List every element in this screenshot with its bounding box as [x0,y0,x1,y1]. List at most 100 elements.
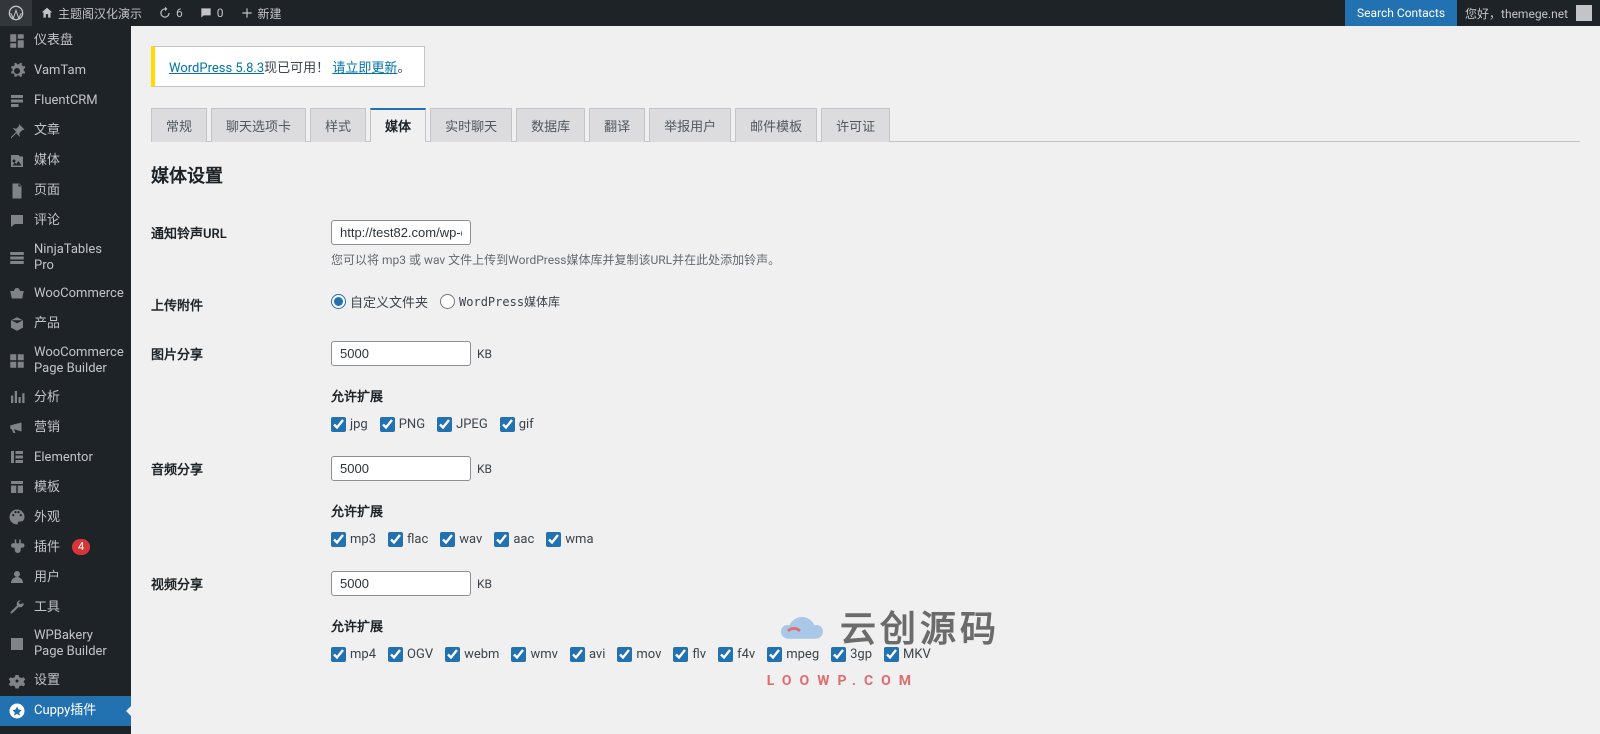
admin-bar: 主题阁汉化演示 6 0 新建 Search Contacts 您好，themeg… [0,0,1600,26]
sidebar-item-8[interactable]: WooCommerce [0,279,131,309]
image-ext-jpeg[interactable]: JPEG [437,417,488,432]
image-ext-png[interactable]: PNG [380,417,425,432]
new-content[interactable]: 新建 [232,0,290,26]
image-ext-jpg[interactable]: jpg [331,417,368,432]
sidebar-item-2[interactable]: FluentCRM [0,86,131,116]
comments-count[interactable]: 0 [191,0,232,26]
sidebar-item-5[interactable]: 页面 [0,176,131,206]
appearance-icon [8,508,26,526]
wp-version-link[interactable]: WordPress 5.8.3 [169,61,264,76]
audio-size-input[interactable] [331,456,471,481]
gear-icon [8,62,26,80]
image-size-input[interactable] [331,341,471,366]
update-now-link[interactable]: 请立即更新 [332,61,397,76]
sidebar-item-10[interactable]: WooCommerce Page Builder [0,339,131,382]
video-ext-mpeg[interactable]: mpeg [767,647,819,662]
sidebar-item-0[interactable]: 仪表盘 [0,26,131,56]
crm-icon [8,92,26,110]
sidebar-item-11[interactable]: 分析 [0,382,131,412]
audio-allow-label: 允许扩展 [331,501,1580,520]
video-ext-3gp[interactable]: 3gp [831,647,872,662]
video-ext-mkv[interactable]: MKV [884,647,931,662]
tab-0[interactable]: 常规 [151,108,207,142]
sidebar-label: 文章 [34,123,60,139]
sidebar-item-3[interactable]: 文章 [0,116,131,146]
sidebar-label: 插件 [34,540,60,556]
tab-7[interactable]: 举报用户 [649,108,731,142]
sidebar-label: 分析 [34,390,60,406]
video-size-input[interactable] [331,571,471,596]
audio-ext-flac[interactable]: flac [388,532,428,547]
sidebar-item-16[interactable]: 插件4 [0,532,131,562]
sidebar-item-6[interactable]: 评论 [0,206,131,236]
media-icon [8,152,26,170]
tab-9[interactable]: 许可证 [821,108,890,142]
sidebar-label: 营销 [34,420,60,436]
sidebar-label: 模板 [34,480,60,496]
tab-1[interactable]: 聊天选项卡 [211,108,306,142]
radio-custom-folder[interactable]: 自定义文件夹 [331,292,428,311]
sidebar-item-15[interactable]: 外观 [0,502,131,532]
notify-url-input[interactable] [331,220,471,245]
video-ext-mp4[interactable]: mp4 [331,647,376,662]
sidebar-item-18[interactable]: 工具 [0,592,131,622]
sidebar-item-14[interactable]: 模板 [0,472,131,502]
radio-wp-media[interactable]: WordPress媒体库 [440,293,560,310]
page-title: 媒体设置 [151,162,1580,188]
tab-2[interactable]: 样式 [310,108,366,142]
video-ext-webm[interactable]: webm [445,647,499,662]
audio-ext-wma[interactable]: wma [546,532,593,547]
sidebar-label: 媒体 [34,153,60,169]
label-video-share: 视频分享 [151,559,331,674]
sidebar-item-17[interactable]: 用户 [0,562,131,592]
video-allow-label: 允许扩展 [331,616,1580,635]
video-ext-f4v[interactable]: f4v [718,647,755,662]
avatar-icon [1576,5,1592,21]
sidebar-label: 仪表盘 [34,33,73,49]
image-ext-gif[interactable]: gif [500,417,534,432]
tab-5[interactable]: 数据库 [516,108,585,142]
sidebar-item-12[interactable]: 营销 [0,412,131,442]
sidebar-item-9[interactable]: 产品 [0,309,131,339]
audio-ext-mp3[interactable]: mp3 [331,532,376,547]
sidebar-item-20[interactable]: 设置 [0,666,131,696]
sidebar-label: 用户 [34,570,60,586]
label-image-share: 图片分享 [151,329,331,444]
label-audio-share: 音频分享 [151,444,331,559]
video-ext-avi[interactable]: avi [570,647,605,662]
updates-count[interactable]: 6 [150,0,191,26]
sidebar-label: 设置 [34,673,60,689]
update-notice: WordPress 5.8.3现已可用！ 请立即更新。 [151,46,425,87]
wp-logo[interactable] [0,0,32,26]
site-name[interactable]: 主题阁汉化演示 [32,0,150,26]
sidebar-item-21[interactable]: Cuppy插件 [0,696,131,726]
user-greeting[interactable]: 您好，themege.net [1457,0,1600,26]
audio-ext-wav[interactable]: wav [440,532,482,547]
sidebar-label: 评论 [34,213,60,229]
audio-ext-aac[interactable]: aac [494,532,534,547]
search-contacts-button[interactable]: Search Contacts [1345,0,1457,26]
elementor-icon [8,448,26,466]
tab-3[interactable]: 媒体 [370,108,426,142]
video-ext-mov[interactable]: mov [617,647,661,662]
sidebar-item-1[interactable]: VamTam [0,56,131,86]
sidebar-label: WooCommerce [34,286,124,302]
settings-icon [8,672,26,690]
tab-6[interactable]: 翻译 [589,108,645,142]
wpbakery-icon [8,635,26,653]
sidebar-item-4[interactable]: 媒体 [0,146,131,176]
sidebar-label: FluentCRM [34,93,98,109]
video-ext-flv[interactable]: flv [673,647,706,662]
user-icon [8,568,26,586]
video-ext-ogv[interactable]: OGV [388,647,433,662]
notice-text: 现已可用！ [264,61,329,76]
chart-icon [8,388,26,406]
settings-form: 通知铃声URL 您可以将 mp3 或 wav 文件上传到WordPress媒体库… [151,208,1580,674]
tab-4[interactable]: 实时聊天 [430,108,512,142]
tab-8[interactable]: 邮件模板 [735,108,817,142]
sidebar-item-7[interactable]: NinjaTables Pro [0,236,131,279]
sidebar-item-19[interactable]: WPBakery Page Builder [0,622,131,665]
sidebar-label: Elementor [34,450,93,466]
sidebar-item-13[interactable]: Elementor [0,442,131,472]
video-ext-wmv[interactable]: wmv [511,647,557,662]
